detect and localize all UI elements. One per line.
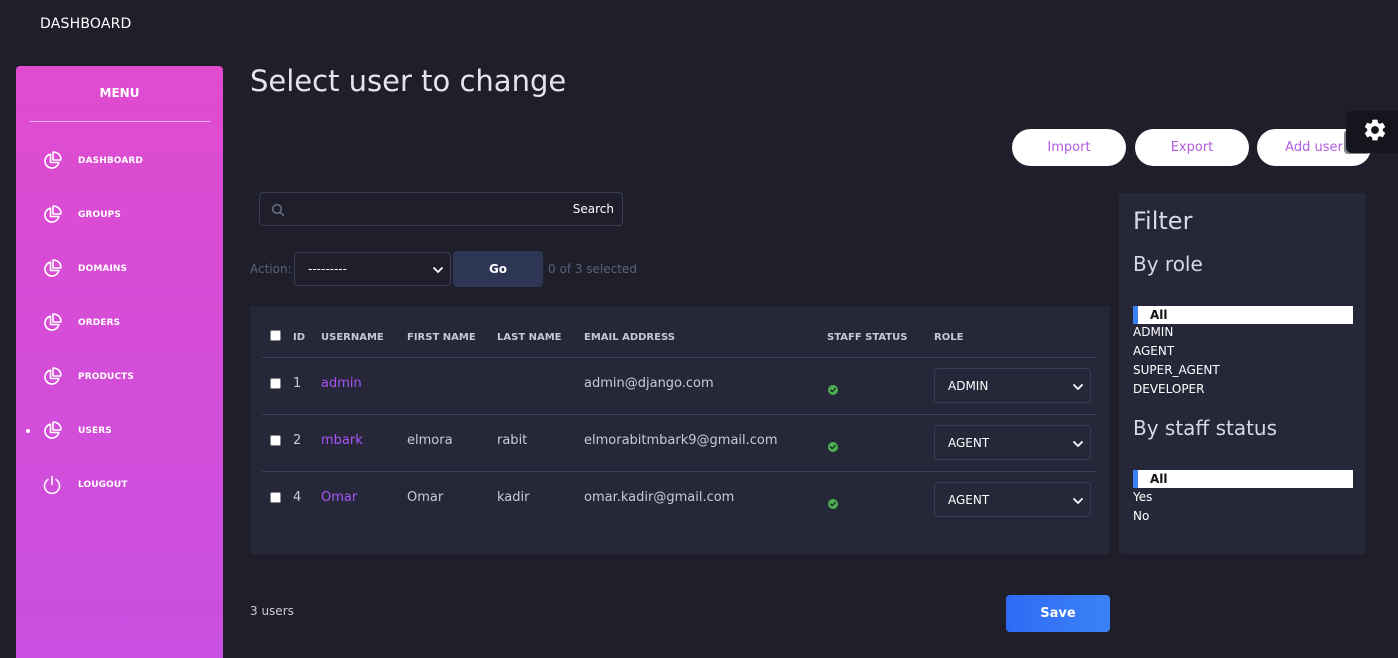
sidebar-item-orders[interactable]: ORDERS [16, 308, 223, 338]
chevron-down-icon [432, 264, 444, 279]
pie-chart-icon [42, 421, 62, 441]
selected-count: 0 of 3 selected [548, 262, 637, 276]
go-button[interactable]: Go [453, 251, 543, 287]
sidebar-item-groups[interactable]: GROUPS [16, 200, 223, 230]
sidebar-item-label: DOMAINS [78, 264, 128, 274]
check-circle-icon [828, 380, 838, 399]
role-select-value: AGENT [948, 492, 990, 507]
row-checkbox[interactable] [270, 378, 281, 389]
cell-first-name: Omar [407, 490, 444, 505]
filter-panel: Filter By role All ADMIN AGENT SUPER_AGE… [1119, 193, 1366, 554]
row-checkbox[interactable] [270, 492, 281, 503]
cell-email: elmorabitmbark9@gmail.com [584, 433, 778, 448]
filter-by-staff-title: By staff status [1133, 416, 1278, 440]
cell-username-link[interactable]: admin [321, 376, 362, 391]
chevron-down-icon [1072, 495, 1084, 510]
search-icon [271, 202, 285, 221]
filter-role-developer[interactable]: DEVELOPER [1133, 382, 1204, 396]
sidebar-item-label: USERS [78, 426, 112, 436]
filter-by-role-title: By role [1133, 252, 1203, 276]
action-label: Action: [250, 262, 292, 276]
pie-chart-icon [42, 313, 62, 333]
pie-chart-icon [42, 259, 62, 279]
settings-button[interactable] [1346, 111, 1398, 153]
cell-id: 2 [293, 433, 302, 448]
sidebar-item-label: LOUGOUT [78, 480, 128, 490]
row-divider [262, 414, 1097, 415]
role-select-value: ADMIN [948, 378, 989, 393]
filter-staff-yes[interactable]: Yes [1133, 490, 1152, 504]
sidebar-item-users[interactable]: USERS [16, 416, 223, 446]
filter-title: Filter [1133, 207, 1193, 235]
action-select[interactable]: --------- [294, 252, 451, 286]
import-button[interactable]: Import [1012, 129, 1126, 166]
save-button[interactable]: Save [1006, 595, 1110, 632]
search-input[interactable]: Search [259, 192, 623, 226]
sidebar-item-dashboard[interactable]: DASHBOARD [16, 146, 223, 176]
gear-icon [1362, 117, 1388, 147]
chevron-down-icon [1072, 381, 1084, 396]
sidebar-item-label: DASHBOARD [78, 156, 143, 166]
action-select-value: --------- [308, 262, 347, 276]
role-select-value: AGENT [948, 435, 990, 450]
column-header-last-name[interactable]: LAST NAME [497, 332, 562, 343]
cell-username-link[interactable]: Omar [321, 490, 357, 505]
export-button[interactable]: Export [1135, 129, 1249, 166]
sidebar: MENU DASHBOARD GROUPS DOMAINS ORDERS PRO… [16, 66, 223, 658]
cell-email: omar.kadir@gmail.com [584, 490, 735, 505]
pie-chart-icon [42, 151, 62, 171]
cell-id: 4 [293, 490, 302, 505]
filter-staff-all[interactable]: All [1133, 470, 1353, 488]
cell-email: admin@django.com [584, 376, 714, 391]
column-header-id[interactable]: ID [293, 332, 305, 343]
role-select[interactable]: AGENT [934, 425, 1091, 460]
menu-title: MENU [99, 86, 140, 100]
column-header-username[interactable]: USERNAME [321, 332, 384, 343]
check-circle-icon [828, 494, 838, 513]
role-select[interactable]: AGENT [934, 482, 1091, 517]
users-table: ID USERNAME FIRST NAME LAST NAME EMAIL A… [250, 306, 1110, 554]
filter-role-all[interactable]: All [1133, 306, 1353, 324]
role-select[interactable]: ADMIN [934, 368, 1091, 403]
cell-id: 1 [293, 376, 302, 391]
sidebar-item-logout[interactable]: LOUGOUT [16, 470, 223, 500]
select-all-checkbox[interactable] [270, 330, 281, 341]
sidebar-item-products[interactable]: PRODUCTS [16, 362, 223, 392]
topbar-title[interactable]: DASHBOARD [40, 16, 132, 32]
sidebar-item-label: GROUPS [78, 210, 121, 220]
filter-role-admin[interactable]: ADMIN [1133, 325, 1173, 339]
search-button[interactable]: Search [573, 202, 614, 216]
column-header-first-name[interactable]: FIRST NAME [407, 332, 476, 343]
menu-divider [30, 121, 210, 122]
cell-first-name: elmora [407, 433, 453, 448]
pie-chart-icon [42, 367, 62, 387]
row-divider [262, 471, 1097, 472]
cell-last-name: rabit [497, 433, 528, 448]
cell-last-name: kadir [497, 490, 530, 505]
filter-role-agent[interactable]: AGENT [1133, 344, 1174, 358]
column-header-role[interactable]: ROLE [934, 332, 963, 343]
column-header-staff-status[interactable]: STAFF STATUS [827, 332, 907, 343]
sidebar-item-label: PRODUCTS [78, 372, 134, 382]
users-count: 3 users [250, 604, 294, 618]
row-checkbox[interactable] [270, 435, 281, 446]
active-indicator-dot [26, 429, 30, 433]
power-icon [42, 475, 62, 495]
filter-role-super-agent[interactable]: SUPER_AGENT [1133, 363, 1220, 377]
sidebar-item-label: ORDERS [78, 318, 121, 328]
pie-chart-icon [42, 205, 62, 225]
page-title: Select user to change [250, 64, 567, 98]
sidebar-item-domains[interactable]: DOMAINS [16, 254, 223, 284]
cell-username-link[interactable]: mbark [321, 433, 363, 448]
filter-staff-no[interactable]: No [1133, 509, 1149, 523]
chevron-down-icon [1072, 438, 1084, 453]
check-circle-icon [828, 437, 838, 456]
row-divider [262, 357, 1097, 358]
column-header-email[interactable]: EMAIL ADDRESS [584, 332, 675, 343]
